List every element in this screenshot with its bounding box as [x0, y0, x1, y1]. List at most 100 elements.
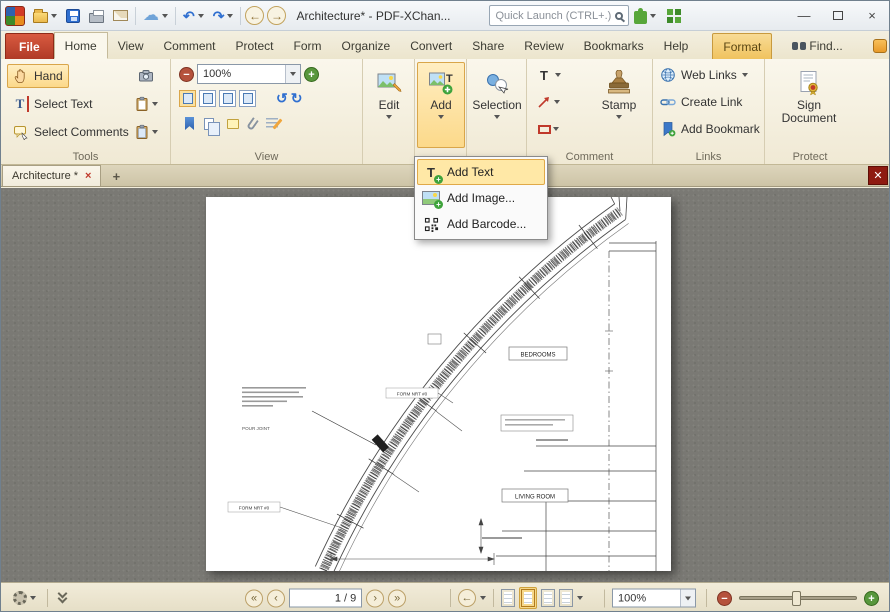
- maximize-button[interactable]: [821, 3, 855, 29]
- document-tab-architecture[interactable]: Architecture * ×: [2, 165, 102, 186]
- next-page-button[interactable]: ›: [366, 589, 385, 607]
- attachments-pane-button[interactable]: [246, 116, 259, 131]
- zoom-combo[interactable]: 100%: [197, 64, 301, 84]
- fit-width-button[interactable]: [199, 90, 216, 107]
- copy-tools-button[interactable]: [131, 120, 161, 144]
- menu-item-add-text[interactable]: T + Add Text: [417, 159, 545, 185]
- zoom-in-button[interactable]: +: [304, 66, 319, 82]
- web-links-button[interactable]: Web Links: [657, 63, 751, 87]
- two-page-continuous-layout-button[interactable]: [559, 589, 573, 607]
- fit-page-button[interactable]: [179, 90, 196, 107]
- tab-comment[interactable]: Comment: [153, 33, 225, 59]
- status-zoom-combo[interactable]: 100%: [612, 588, 696, 608]
- close-button[interactable]: ×: [855, 3, 889, 29]
- selection-button[interactable]: Selection: [469, 62, 525, 148]
- bookmark-pane-button[interactable]: [185, 117, 194, 130]
- forward-button[interactable]: →: [267, 6, 287, 25]
- typewriter-button[interactable]: T: [533, 63, 563, 87]
- fit-height-button[interactable]: [239, 90, 256, 107]
- previous-view-button[interactable]: ←: [458, 589, 476, 607]
- zoom-slider-handle[interactable]: [792, 591, 801, 606]
- select-text-button[interactable]: T Select Text: [7, 92, 98, 116]
- save-button[interactable]: [62, 4, 84, 28]
- menu-item-add-barcode[interactable]: Add Barcode...: [417, 211, 545, 237]
- quick-launch-search[interactable]: Quick Launch (CTRL+.): [489, 5, 630, 26]
- email-button[interactable]: [109, 4, 132, 28]
- zoom-slider[interactable]: [739, 591, 857, 606]
- continuous-layout-button[interactable]: [519, 587, 537, 609]
- rotate-cw-button[interactable]: ↻: [291, 90, 303, 107]
- find-button[interactable]: Find...: [782, 33, 852, 59]
- tab-bookmarks[interactable]: Bookmarks: [574, 33, 654, 59]
- status-zoom-out-button[interactable]: −: [717, 590, 732, 606]
- titlebar: ☁ ↶ ↷ ← → Architecture* - PDF-XChan... Q…: [1, 1, 889, 31]
- select-comments-button[interactable]: Select Comments: [7, 120, 135, 144]
- paste-button[interactable]: [131, 92, 161, 116]
- undo-button[interactable]: ↶: [179, 4, 208, 28]
- pages-pane-button[interactable]: [204, 117, 220, 136]
- plugins-button[interactable]: [630, 4, 660, 28]
- back-button[interactable]: ←: [245, 6, 265, 25]
- tab-format[interactable]: Format: [712, 33, 773, 59]
- rectangle-tool-button[interactable]: [533, 117, 563, 141]
- status-zoom-in-button[interactable]: +: [864, 590, 879, 606]
- open-button[interactable]: [29, 4, 61, 28]
- minimize-button[interactable]: —: [787, 3, 821, 29]
- last-page-button[interactable]: »: [388, 589, 407, 607]
- ribbon-group-tools: Hand T Select Text Select Comments Tools: [1, 59, 171, 164]
- tab-file[interactable]: File: [5, 33, 54, 59]
- tab-form[interactable]: Form: [284, 33, 332, 59]
- single-page-layout-button[interactable]: [501, 589, 515, 607]
- rotate-ccw-button[interactable]: ↺: [276, 90, 288, 107]
- cloud-button[interactable]: ☁: [139, 4, 172, 28]
- tab-organize[interactable]: Organize: [332, 33, 401, 59]
- snapshot-button[interactable]: [135, 64, 157, 88]
- clipboard-copy-icon: [136, 124, 148, 139]
- sessions-button[interactable]: [661, 4, 687, 28]
- fit-visible-button[interactable]: [219, 90, 236, 107]
- close-all-button[interactable]: ✕: [868, 166, 888, 185]
- tab-share[interactable]: Share: [462, 33, 514, 59]
- separator: [706, 589, 707, 607]
- app-logo-icon[interactable]: [5, 5, 25, 26]
- redo-button[interactable]: ↷: [209, 4, 238, 28]
- separator: [47, 589, 48, 607]
- two-page-layout-button[interactable]: [541, 589, 555, 607]
- zoom-dropdown-button[interactable]: [285, 65, 300, 83]
- tab-protect[interactable]: Protect: [226, 33, 284, 59]
- tab-home[interactable]: Home: [53, 32, 108, 59]
- create-link-button[interactable]: Create Link: [657, 90, 745, 114]
- close-tab-icon[interactable]: ×: [85, 170, 91, 182]
- status-zoom-dropdown-button[interactable]: [680, 589, 695, 607]
- print-button[interactable]: [85, 4, 108, 28]
- collapse-panel-button[interactable]: [55, 586, 70, 610]
- menu-item-add-image[interactable]: + Add Image...: [417, 185, 545, 211]
- customize-button[interactable]: [863, 33, 889, 59]
- tab-convert[interactable]: Convert: [400, 33, 462, 59]
- sign-document-label: Sign Document: [781, 98, 837, 125]
- tab-view[interactable]: View: [108, 33, 154, 59]
- page-number-input[interactable]: [295, 592, 341, 604]
- gear-icon: [13, 591, 27, 605]
- select-comments-label: Select Comments: [34, 125, 129, 139]
- fields-pane-button[interactable]: [266, 117, 278, 130]
- hand-label: Hand: [34, 69, 63, 83]
- add-button[interactable]: T Add: [417, 62, 465, 148]
- new-tab-button[interactable]: +: [108, 168, 124, 184]
- options-button[interactable]: [9, 586, 40, 610]
- zoom-out-button[interactable]: −: [179, 66, 194, 82]
- arrow-tool-button[interactable]: [533, 90, 563, 114]
- tab-review[interactable]: Review: [514, 33, 573, 59]
- pdf-page[interactable]: BEDROOMS LIVING ROOM FORM NRT #0 FORM NR…: [206, 197, 671, 571]
- ribbon-group-comment: T Stamp Comment: [527, 59, 653, 164]
- comment-bubble-icon: [14, 126, 28, 140]
- hand-tool-button[interactable]: Hand: [7, 64, 69, 88]
- comments-pane-button[interactable]: [227, 118, 239, 129]
- first-page-button[interactable]: «: [245, 589, 263, 607]
- add-bookmark-button[interactable]: Add Bookmark: [657, 117, 763, 141]
- sign-document-button[interactable]: Sign Document: [769, 62, 849, 148]
- tab-help[interactable]: Help: [654, 33, 699, 59]
- stamp-button[interactable]: Stamp: [591, 62, 647, 148]
- previous-page-button[interactable]: ‹: [267, 589, 285, 607]
- edit-button[interactable]: Edit: [365, 62, 413, 148]
